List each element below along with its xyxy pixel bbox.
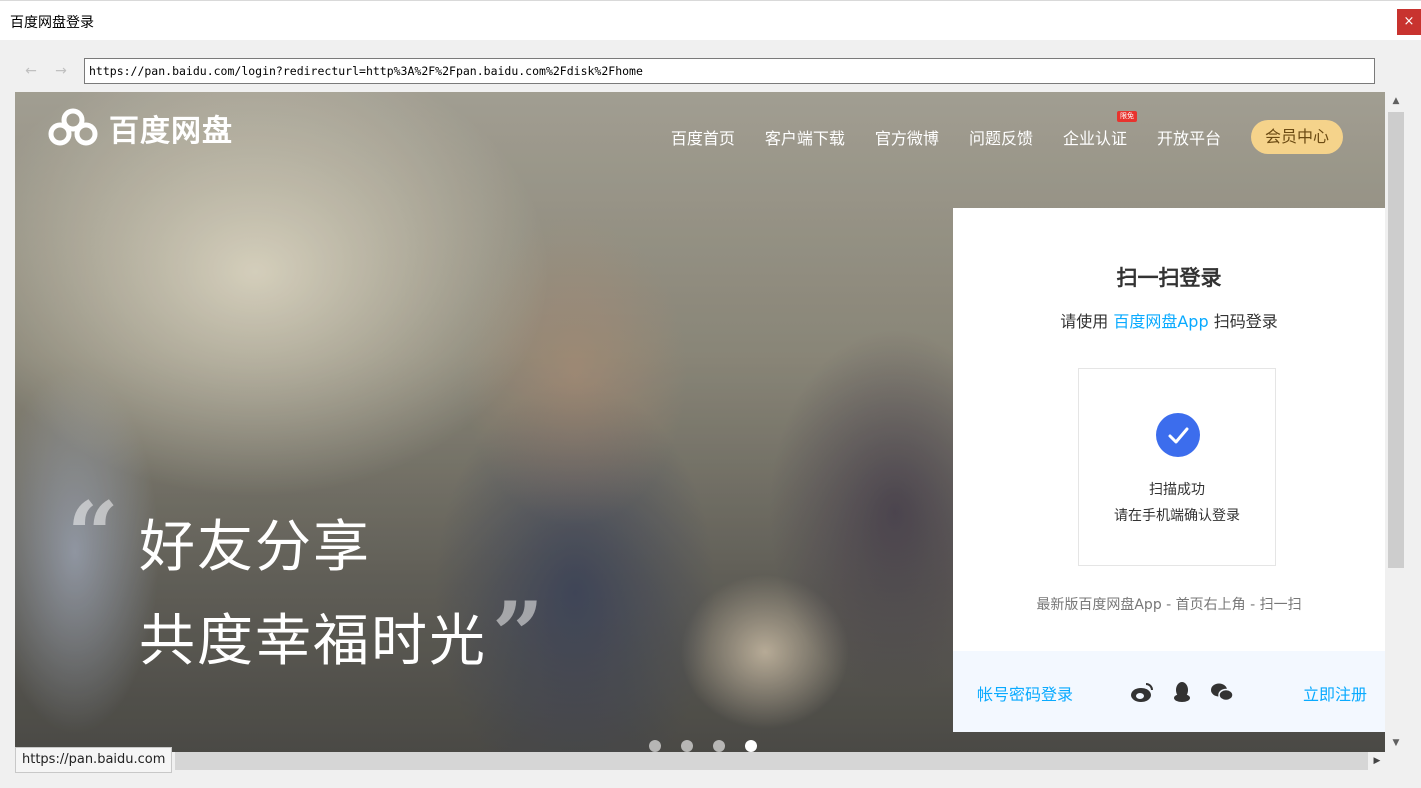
carousel-dot[interactable] xyxy=(649,740,661,752)
login-panel: 扫一扫登录 请使用 百度网盘App 扫码登录 扫描成功 请在手机端确认登录 最新… xyxy=(953,208,1385,732)
logo-text: 百度网盘 xyxy=(109,114,233,149)
carousel-dot[interactable] xyxy=(713,740,725,752)
nav-client-download[interactable]: 客户端下载 xyxy=(765,125,845,149)
window-title: 百度网盘登录 xyxy=(10,15,94,31)
nav-open-platform[interactable]: 开放平台 xyxy=(1157,125,1221,149)
close-button[interactable]: × xyxy=(1397,9,1421,35)
baidu-pan-logo[interactable]: 百度网盘 xyxy=(45,106,233,150)
scan-confirm-hint: 请在手机端确认登录 xyxy=(1114,508,1240,524)
login-sub-suffix: 扫码登录 xyxy=(1213,312,1278,331)
nav-official-weibo[interactable]: 官方微博 xyxy=(875,125,939,149)
qq-icon[interactable] xyxy=(1169,679,1195,705)
wechat-icon[interactable] xyxy=(1209,679,1235,705)
nav-feedback[interactable]: 问题反馈 xyxy=(969,125,1033,149)
weibo-icon[interactable] xyxy=(1129,679,1155,705)
close-quote-icon: ” xyxy=(492,582,544,688)
carousel-dot[interactable] xyxy=(681,740,693,752)
window-titlebar: 百度网盘登录 × xyxy=(0,0,1421,40)
free-badge: 限免 xyxy=(1116,111,1137,122)
slogan-line-2: 共度幸福时光 xyxy=(139,609,487,674)
nav-enterprise-cert-label: 企业认证 xyxy=(1062,129,1127,148)
register-link[interactable]: 立即注册 xyxy=(1303,681,1367,705)
top-navigation: 百度首页 客户端下载 官方微博 问题反馈 企业认证 限免 开放平台 会员中心 xyxy=(641,111,1343,154)
page-viewport: 百度网盘 百度首页 客户端下载 官方微博 问题反馈 企业认证 限免 开放平台 会… xyxy=(15,92,1385,752)
login-subtitle: 请使用 百度网盘App 扫码登录 xyxy=(953,308,1385,332)
address-bar[interactable]: https://pan.baidu.com/login?redirecturl=… xyxy=(84,58,1375,84)
forward-icon[interactable]: → xyxy=(50,60,72,82)
carousel-dot-active[interactable] xyxy=(745,740,757,752)
login-tip: 最新版百度网盘App - 首页右上角 - 扫一扫 xyxy=(1036,597,1302,613)
login-footer: 帐号密码登录 立即注册 xyxy=(953,651,1385,732)
browser-navbar: ← → https://pan.baidu.com/login?redirect… xyxy=(0,40,1421,92)
vip-center-button[interactable]: 会员中心 xyxy=(1250,120,1343,154)
login-sub-prefix: 请使用 xyxy=(1060,312,1109,331)
scan-success-text: 扫描成功 xyxy=(1149,482,1205,498)
status-bar-url: https://pan.baidu.com xyxy=(15,747,173,773)
scrollbar-thumb[interactable] xyxy=(1388,112,1404,568)
vertical-scrollbar[interactable]: ▲ ▼ xyxy=(1387,92,1405,752)
check-icon xyxy=(1156,413,1200,457)
nav-baidu-home[interactable]: 百度首页 xyxy=(671,125,735,149)
social-login xyxy=(1129,679,1249,705)
slogan-line-1: 好友分享 xyxy=(139,515,371,580)
carousel-dots xyxy=(649,740,777,752)
horizontal-scrollbar[interactable] xyxy=(175,752,1385,770)
scroll-up-icon[interactable]: ▲ xyxy=(1387,92,1405,110)
qr-code-area: 扫描成功 请在手机端确认登录 xyxy=(1078,368,1276,566)
app-link[interactable]: 百度网盘App xyxy=(1113,312,1208,331)
cloud-logo-icon xyxy=(48,108,98,146)
back-icon[interactable]: ← xyxy=(20,60,42,82)
scroll-down-icon[interactable]: ▼ xyxy=(1387,734,1405,752)
nav-enterprise-cert[interactable]: 企业认证 限免 xyxy=(1062,111,1137,149)
password-login-link[interactable]: 帐号密码登录 xyxy=(977,681,1073,705)
login-title: 扫一扫登录 xyxy=(1116,266,1222,290)
scroll-right-icon[interactable]: ▶ xyxy=(1368,752,1386,770)
open-quote-icon: “ xyxy=(67,482,119,588)
